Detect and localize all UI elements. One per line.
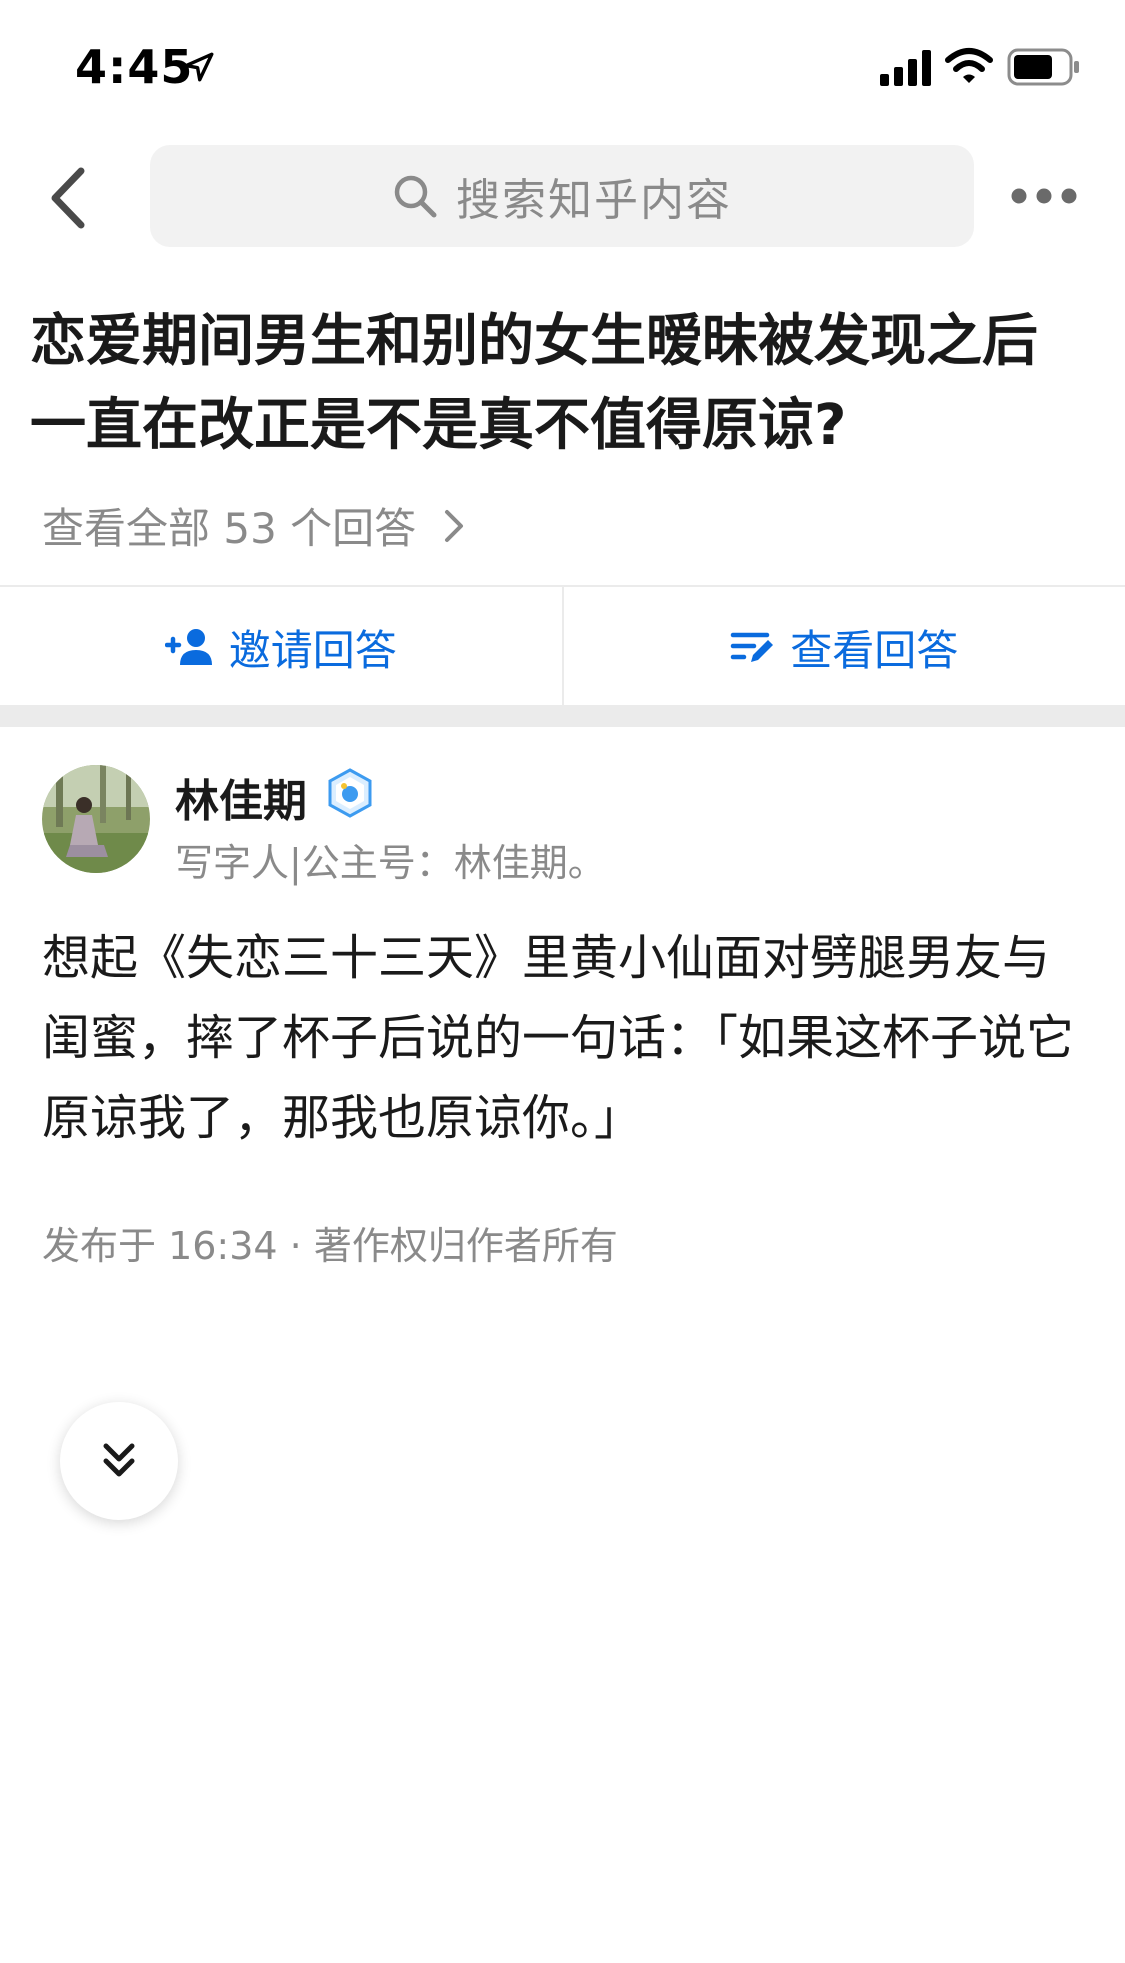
status-time: 4:45 — [75, 40, 194, 94]
wifi-icon — [945, 48, 993, 83]
verified-badge-icon — [328, 768, 372, 818]
search-icon — [394, 175, 437, 218]
edit-lines-icon — [730, 632, 774, 662]
author-avatar[interactable] — [42, 765, 150, 873]
add-person-icon — [164, 629, 212, 665]
collapse-answer-button[interactable] — [60, 1402, 178, 1520]
view-answers-label: 查看回答 — [790, 625, 959, 675]
author-name[interactable]: 林佳期 — [175, 765, 307, 829]
invite-answer-button[interactable]: 邀请回答 — [0, 587, 562, 707]
double-chevron-down-icon — [103, 1443, 135, 1477]
more-dots-icon[interactable] — [1010, 180, 1078, 212]
invite-answer-label: 邀请回答 — [228, 625, 397, 675]
question-action-bar: 邀请回答 查看回答 — [0, 585, 1125, 707]
author-bio: 写字人|公主号：林佳期。 — [175, 841, 606, 885]
answer-content[interactable]: 想起《失恋三十三天》里黄小仙面对劈腿男友与闺蜜，摔了杯子后说的一句话：「如果这杯… — [42, 918, 1092, 1158]
battery-icon — [1007, 48, 1079, 86]
search-placeholder: 搜索知乎内容 — [456, 175, 732, 226]
question-title[interactable]: 恋爱期间男生和别的女生暧昧被发现之后一直在改正是不是真不值得原谅? — [30, 300, 1090, 468]
view-all-answers-link[interactable]: 查看全部 53 个回答 — [42, 495, 466, 556]
search-input[interactable]: 搜索知乎内容 — [150, 145, 974, 247]
location-arrow-icon — [184, 52, 214, 82]
chevron-right-icon — [445, 509, 464, 542]
answer-meta: 发布于 16:34 · 著作权归作者所有 — [42, 1224, 618, 1268]
status-bar: 4:45 — [0, 0, 1125, 130]
avatar-photo — [42, 765, 150, 873]
view-all-label: 查看全部 53 个回答 — [42, 504, 417, 553]
cellular-signal-icon — [880, 50, 931, 86]
back-chevron-icon[interactable] — [45, 165, 95, 231]
view-answers-button[interactable]: 查看回答 — [561, 587, 1125, 707]
section-divider — [0, 705, 1125, 727]
